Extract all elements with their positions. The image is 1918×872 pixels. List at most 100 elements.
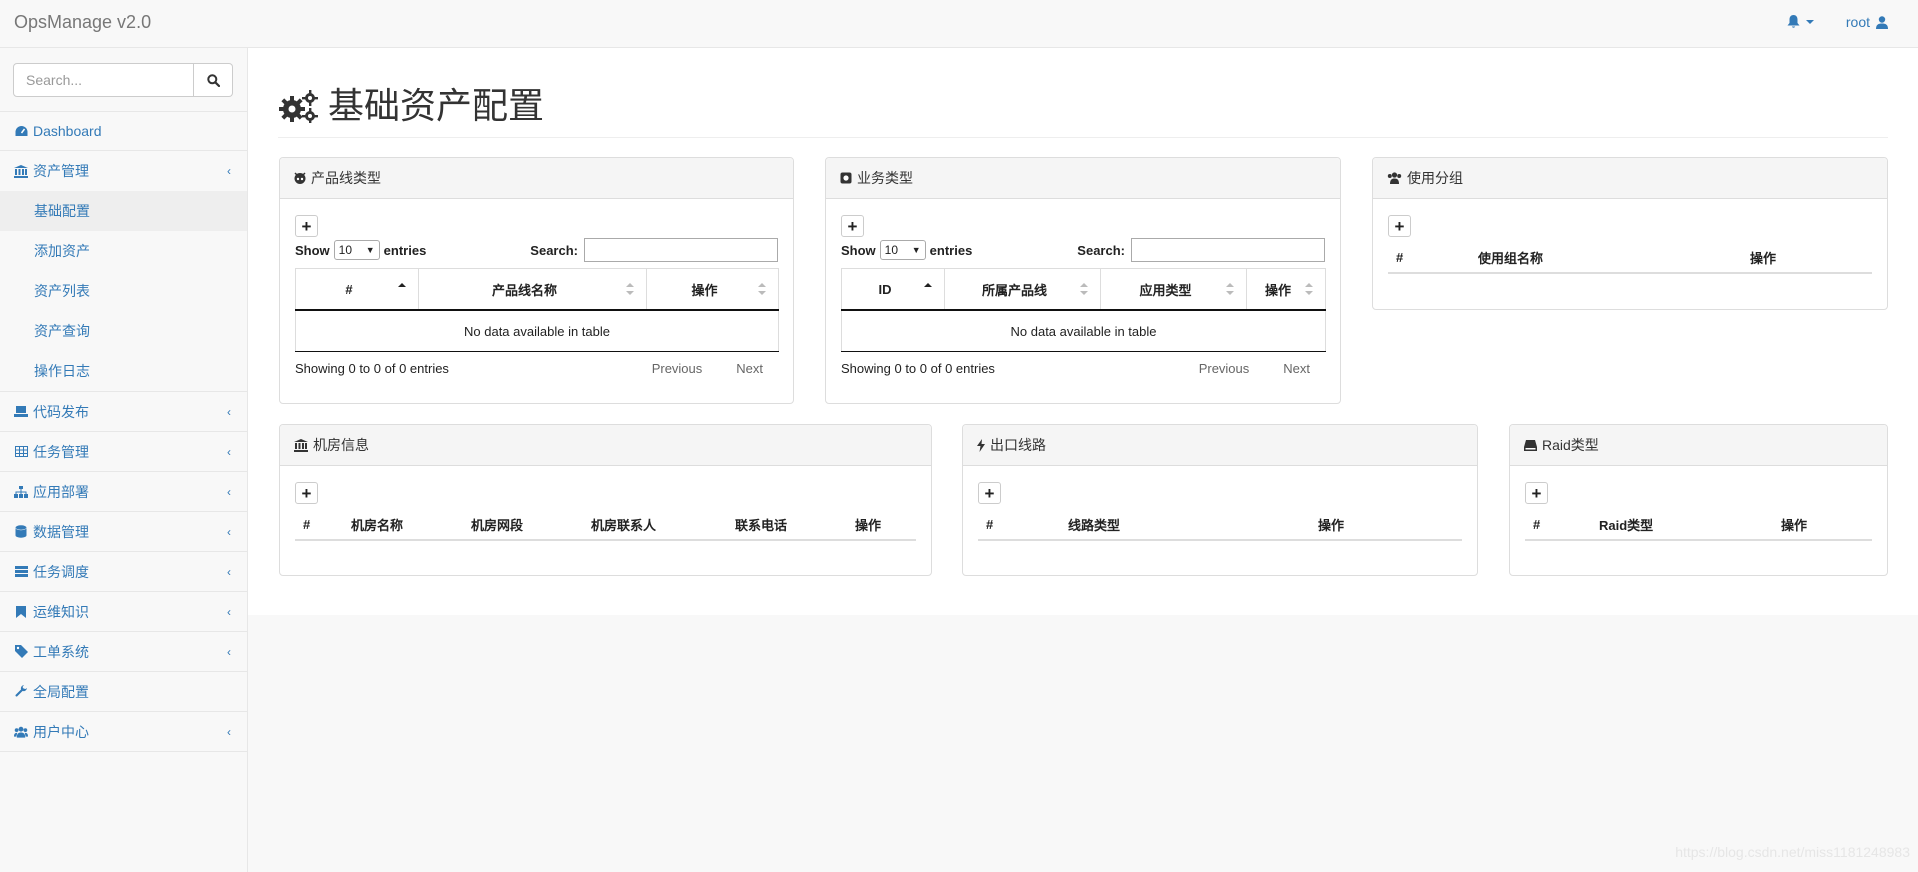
column-header[interactable]: 产品线名称 [418, 268, 647, 311]
add-button[interactable]: + [1388, 215, 1411, 237]
search-input[interactable] [13, 63, 194, 97]
sidebar-item-ticket-system[interactable]: 工单系统 ‹ [0, 632, 247, 672]
add-button[interactable]: + [978, 482, 1001, 504]
panel-heading: 出口线路 [963, 425, 1477, 466]
column-header[interactable]: ID [841, 268, 945, 311]
table-search-input[interactable] [1131, 238, 1325, 262]
notifications-dropdown[interactable] [1787, 15, 1814, 29]
laptop-icon [14, 405, 28, 419]
add-button[interactable]: + [295, 215, 318, 237]
brand-title[interactable]: OpsManage v2.0 [14, 12, 151, 33]
sidebar-item-dashboard[interactable]: Dashboard [0, 111, 247, 151]
panel-heading: 使用分组 [1373, 158, 1887, 199]
empty-row: No data available in table [841, 310, 1326, 352]
chevron-left-icon: ‹ [227, 645, 231, 659]
sidebar-item-data-manage[interactable]: 数据管理 ‹ [0, 512, 247, 552]
sidebar-subitem-add-asset[interactable]: 添加资产 [0, 231, 247, 271]
username: root [1845, 14, 1870, 30]
panel-title: 出口线路 [990, 437, 1046, 453]
search-label: Search: [1077, 242, 1125, 258]
sidebar-group-asset: 资产管理 ‹ 基础配置 添加资产 资产列表 资产查询 操作日志 [0, 151, 247, 392]
chevron-left-icon: ‹ [227, 405, 231, 419]
column-header: 操作 [1742, 242, 1872, 274]
chevron-left-icon: ‹ [227, 725, 231, 739]
sidebar-item-label: 数据管理 [33, 523, 89, 540]
sidebar-item-user-center[interactable]: 用户中心 ‹ [0, 712, 247, 752]
empty-row: No data available in table [295, 310, 779, 352]
sidebar-item-asset[interactable]: 资产管理 ‹ [0, 151, 247, 191]
sidebar-item-code-deploy[interactable]: 代码发布 ‹ [0, 392, 247, 432]
pagination: Previous Next [652, 361, 763, 376]
column-header: 操作 [1310, 509, 1462, 541]
search-button[interactable] [194, 63, 233, 97]
column-header[interactable]: 应用类型 [1100, 268, 1247, 311]
sidebar-item-label: 用户中心 [33, 723, 89, 740]
column-header: 联系电话 [727, 509, 847, 541]
data-table: # 产品线名称 操作 No data available in table [295, 268, 779, 352]
tasks-icon [14, 565, 28, 579]
bell-icon [1787, 15, 1800, 28]
square-icon [840, 172, 852, 184]
panel-usage-group: 使用分组 + # 使用组名称 操作 [1372, 157, 1888, 310]
sort-icon [1305, 283, 1313, 295]
entries-length: Show 10 ▼ entries [841, 240, 972, 260]
sidebar-subitem-basic-config[interactable]: 基础配置 [0, 191, 247, 231]
wrench-icon [14, 685, 28, 699]
page-header: 基础资产配置 [278, 84, 1888, 138]
sidebar-subitem-operation-log[interactable]: 操作日志 [0, 351, 247, 391]
column-header[interactable]: 操作 [646, 268, 779, 311]
show-label: Show [295, 242, 330, 258]
add-button[interactable]: + [841, 215, 864, 237]
navbar-right: root [1787, 14, 1888, 30]
panel-title: Raid类型 [1542, 437, 1599, 453]
top-navbar: OpsManage v2.0 root [0, 0, 1918, 48]
users-icon [14, 725, 28, 739]
add-button[interactable]: + [295, 482, 318, 504]
sidebar-item-label: 资产管理 [33, 163, 89, 179]
sidebar-item-label: 工单系统 [33, 643, 89, 660]
entries-select[interactable]: 10 ▼ [333, 240, 380, 260]
user-menu[interactable]: root [1846, 14, 1888, 30]
github-icon [294, 172, 306, 184]
previous-button[interactable]: Previous [652, 361, 703, 376]
pagination: Previous Next [1199, 361, 1310, 376]
data-table: # 使用组名称 操作 [1388, 242, 1872, 274]
next-button[interactable]: Next [1283, 361, 1310, 376]
panel-raid-type: Raid类型 + # Raid类型 操作 [1509, 424, 1888, 576]
chevron-left-icon: ‹ [227, 445, 231, 459]
column-header[interactable]: # [295, 268, 419, 311]
sort-icon [1226, 283, 1234, 295]
search-icon [206, 73, 220, 87]
column-header[interactable]: 操作 [1246, 268, 1326, 311]
data-table: # 机房名称 机房网段 机房联系人 联系电话 操作 [295, 509, 916, 541]
dropdown-arrow-icon: ▼ [365, 245, 375, 255]
column-header[interactable]: 所属产品线 [944, 268, 1101, 311]
previous-button[interactable]: Previous [1199, 361, 1250, 376]
entries-length: Show 10 ▼ entries [295, 240, 426, 260]
sidebar-item-task-schedule[interactable]: 任务调度 ‹ [0, 552, 247, 592]
sidebar-subitem-asset-list[interactable]: 资产列表 [0, 271, 247, 311]
panel-exit-line: 出口线路 + # 线路类型 操作 [962, 424, 1478, 576]
sidebar-item-label: 全局配置 [33, 683, 89, 700]
panel-title: 机房信息 [313, 437, 369, 453]
entries-label: entries [929, 242, 973, 258]
column-header: 机房名称 [343, 509, 463, 541]
sidebar-item-ops-knowledge[interactable]: 运维知识 ‹ [0, 592, 247, 632]
panel-heading: 机房信息 [280, 425, 931, 466]
sidebar-subitem-asset-query[interactable]: 资产查询 [0, 311, 247, 351]
bank-icon [294, 438, 308, 452]
sidebar-item-label: 任务管理 [33, 443, 89, 460]
entries-select[interactable]: 10 ▼ [879, 240, 926, 260]
show-label: Show [841, 242, 876, 258]
chevron-left-icon: ‹ [227, 565, 231, 579]
sidebar-search [13, 63, 233, 97]
next-button[interactable]: Next [736, 361, 763, 376]
sidebar-item-global-config[interactable]: 全局配置 [0, 672, 247, 712]
panel-heading: 产品线类型 [280, 158, 793, 199]
table-search-input[interactable] [584, 238, 778, 262]
sidebar-item-label: 任务调度 [33, 563, 89, 580]
sidebar-item-app-deploy[interactable]: 应用部署 ‹ [0, 472, 247, 512]
sidebar-item-task-manage[interactable]: 任务管理 ‹ [0, 432, 247, 472]
table-filter: Search: [530, 238, 778, 262]
add-button[interactable]: + [1525, 482, 1548, 504]
